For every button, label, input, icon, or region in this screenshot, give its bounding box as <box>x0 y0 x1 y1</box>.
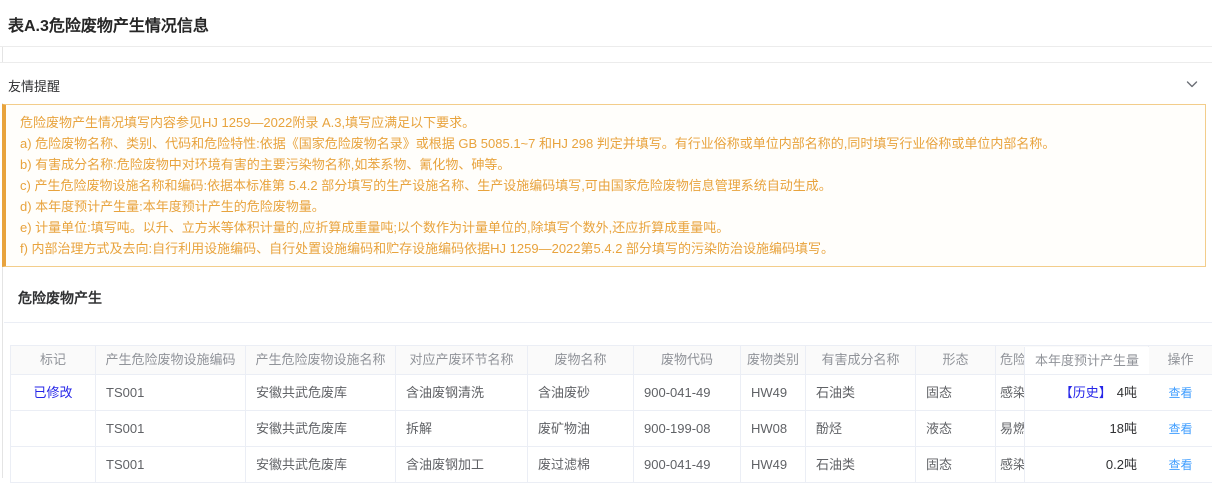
cell-stage: 含油废钢清洗 <box>396 375 528 411</box>
col-header-category: 废物类别 <box>741 346 806 375</box>
section-divider <box>4 322 1212 323</box>
reminder-title: 友情提醒 <box>8 76 60 95</box>
col-header-annual-amount: 本年度预计产生量 <box>1025 347 1149 375</box>
reminder-alert-box: 危险废物产生情况填写内容参见HJ 1259—2022附录 A.3,填写应满足以下… <box>2 104 1206 267</box>
cell-form: 固态 <box>916 375 996 411</box>
cell-facility-name: 安徽共武危废库 <box>246 411 396 447</box>
reminder-line: e) 计量单位:填写吨。以升、立方米等体积计量的,应折算成重量吨;以个数作为计量… <box>20 217 1191 238</box>
reminder-collapse-header[interactable]: 友情提醒 <box>0 62 1212 103</box>
cell-component: 酚烃 <box>806 411 916 447</box>
title-bar: 表A.3危险废物产生情况信息 <box>0 0 1212 47</box>
cell-action: 查看 <box>1149 375 1212 411</box>
cell-annual-amount: 【历史】 4吨 <box>1025 375 1149 411</box>
col-header-waste-code: 废物代码 <box>634 346 741 375</box>
col-header-action: 操作 <box>1149 346 1212 375</box>
col-header-facility-name: 产生危险废物设施名称 <box>246 346 396 375</box>
cell-annual-amount: 18吨 <box>1025 411 1149 447</box>
cell-category: HW08 <box>741 411 806 447</box>
reminder-line: a) 危险废物名称、类别、代码和危险特性:依据《国家危险废物名录》或根据 GB … <box>20 133 1191 154</box>
cell-component: 石油类 <box>806 375 916 411</box>
annual-amount-value: 4吨 <box>1117 385 1137 400</box>
col-header-mark: 标记 <box>11 346 96 375</box>
section-title: 危险废物产生 <box>18 288 102 308</box>
cell-waste-code: 900-041-49 <box>634 375 741 411</box>
col-header-waste-name: 废物名称 <box>528 346 634 375</box>
cell-form: 液态 <box>916 411 996 447</box>
col-header-stage: 对应产废环节名称 <box>396 346 528 375</box>
fixed-column-annual-amount: 本年度预计产生量 【历史】 4吨 18吨 0.2吨 <box>1024 347 1149 483</box>
reminder-line: f) 内部治理方式及去向:自行利用设施编码、自行处置设施编码和贮存设施编码依据H… <box>20 238 1191 259</box>
history-link[interactable]: 【历史】 <box>1060 385 1112 400</box>
cell-waste-name: 废矿物油 <box>528 411 634 447</box>
chevron-down-icon <box>1186 78 1198 90</box>
col-header-form: 形态 <box>916 346 996 375</box>
cell-facility-name: 安徽共武危废库 <box>246 375 396 411</box>
cell-stage: 拆解 <box>396 411 528 447</box>
reminder-line: b) 有害成分名称:危险废物中对环境有害的主要污染物名称,如苯系物、氰化物、砷等… <box>20 154 1191 175</box>
col-header-component: 有害成分名称 <box>806 346 916 375</box>
cell-action: 查看 <box>1149 411 1212 447</box>
cell-mark: 已修改 <box>11 375 96 411</box>
cell-facility-code: TS001 <box>96 375 246 411</box>
hazardous-waste-table: 标记 产生危险废物设施编码 产生危险废物设施名称 对应产废环节名称 废物名称 废… <box>10 345 1212 483</box>
view-link[interactable]: 查看 <box>1168 458 1192 472</box>
annual-amount-value: 0.2吨 <box>1106 457 1137 472</box>
page-title: 表A.3危险废物产生情况信息 <box>8 12 209 36</box>
col-header-facility-code: 产生危险废物设施编码 <box>96 346 246 375</box>
view-link[interactable]: 查看 <box>1168 386 1192 400</box>
reminder-line: c) 产生危险废物设施名称和编码:依据本标准第 5.4.2 部分填写的生产设施名… <box>20 175 1191 196</box>
cell-mark <box>11 411 96 447</box>
cell-waste-code: 900-199-08 <box>634 411 741 447</box>
view-link[interactable]: 查看 <box>1168 422 1192 436</box>
cell-category: HW49 <box>741 375 806 411</box>
cell-facility-code: TS001 <box>96 411 246 447</box>
annual-amount-value: 18吨 <box>1110 421 1137 436</box>
cell-waste-name: 含油废砂 <box>528 375 634 411</box>
reminder-line: d) 本年度预计产生量:本年度预计产生的危险废物量。 <box>20 196 1191 217</box>
reminder-line: 危险废物产生情况填写内容参见HJ 1259—2022附录 A.3,填写应满足以下… <box>20 112 1191 133</box>
